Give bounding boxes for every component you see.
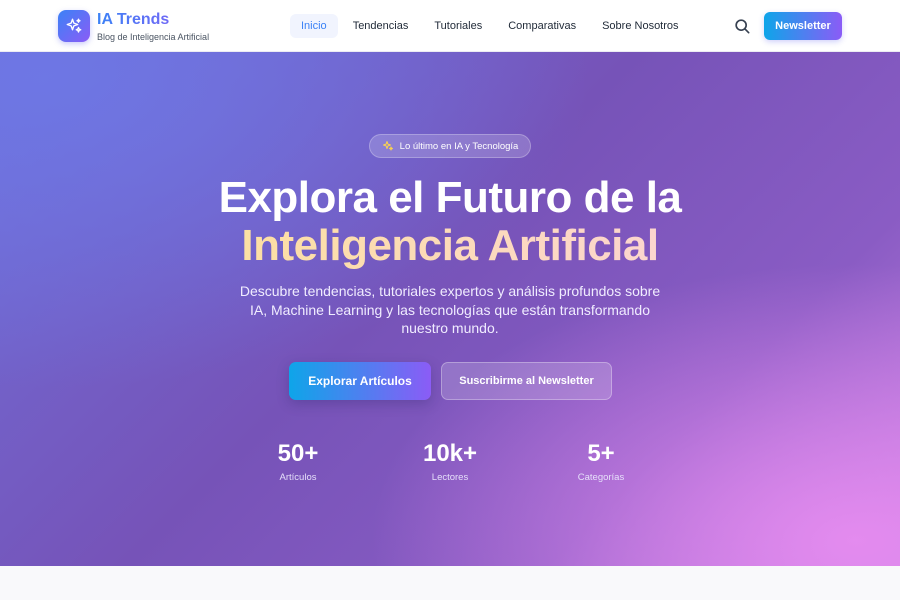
main-nav: Inicio Tendencias Tutoriales Comparativa… bbox=[290, 14, 690, 38]
stat-readers: 10k+ Lectores bbox=[390, 440, 510, 483]
stat-label: Artículos bbox=[279, 472, 317, 483]
nav-item-tendencias[interactable]: Tendencias bbox=[342, 14, 420, 38]
search-icon bbox=[735, 19, 750, 34]
stat-label: Categorías bbox=[577, 472, 625, 483]
hero-title-line2: Inteligencia Artificial bbox=[0, 222, 900, 270]
content-section bbox=[0, 566, 900, 600]
search-button[interactable] bbox=[732, 16, 752, 36]
hero-section: Lo último en IA y Tecnología Explora el … bbox=[0, 52, 900, 566]
stat-categories: 5+ Categorías bbox=[541, 440, 661, 483]
stat-articles: 50+ Artículos bbox=[238, 440, 358, 483]
logo[interactable] bbox=[58, 10, 90, 42]
hero-badge: Lo último en IA y Tecnología bbox=[369, 134, 531, 158]
site-header: IA Trends Blog de Inteligencia Artificia… bbox=[0, 0, 900, 52]
hero-title: Explora el Futuro de la Inteligencia Art… bbox=[0, 174, 900, 270]
explore-articles-button[interactable]: Explorar Artículos bbox=[289, 362, 431, 400]
sparkles-icon bbox=[66, 18, 82, 33]
stat-value: 10k+ bbox=[422, 440, 478, 467]
hero-badge-text: Lo último en IA y Tecnología bbox=[399, 140, 519, 152]
stat-value: 5+ bbox=[587, 440, 615, 467]
brand-title: IA Trends bbox=[97, 11, 209, 29]
nav-item-comparativas[interactable]: Comparativas bbox=[497, 14, 587, 38]
brand-subtitle: Blog de Inteligencia Artificial bbox=[97, 32, 210, 42]
nav-item-inicio[interactable]: Inicio bbox=[290, 14, 338, 38]
nav-item-sobre-nosotros[interactable]: Sobre Nosotros bbox=[591, 14, 689, 38]
stat-label: Lectores bbox=[431, 472, 469, 483]
hero-description: Descubre tendencias, tutoriales expertos… bbox=[239, 283, 661, 336]
newsletter-button[interactable]: Newsletter bbox=[764, 12, 842, 40]
hero-title-line1: Explora el Futuro de la bbox=[218, 173, 682, 222]
sparkles-icon bbox=[382, 141, 393, 151]
brand[interactable]: IA Trends Blog de Inteligencia Artificia… bbox=[97, 11, 209, 43]
nav-item-tutoriales[interactable]: Tutoriales bbox=[423, 14, 493, 38]
stat-value: 50+ bbox=[277, 440, 319, 467]
subscribe-newsletter-button[interactable]: Suscribirme al Newsletter bbox=[441, 362, 612, 400]
